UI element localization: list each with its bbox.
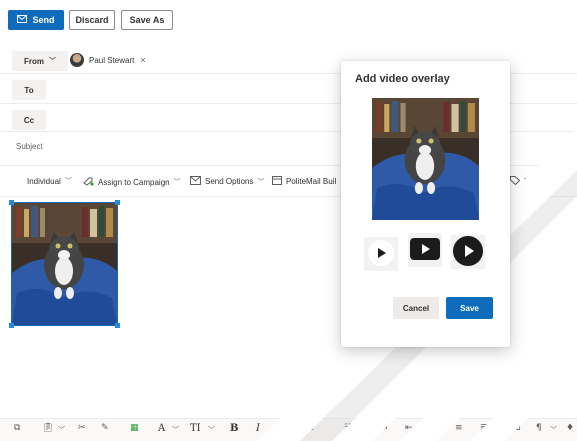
resize-handle-bl[interactable]	[9, 323, 14, 328]
assign-campaign-label: Assign to Campaign	[98, 177, 170, 187]
from-chip[interactable]: Paul Stewart ×	[70, 51, 146, 69]
send-button[interactable]: Send	[8, 10, 64, 30]
format-painter-icon[interactable]: ✎	[101, 423, 109, 433]
individual-label: Individual	[27, 176, 61, 186]
politemail-icon	[272, 176, 282, 187]
politemail-label: PoliteMail Buil	[286, 177, 337, 186]
save-label: Save	[460, 303, 479, 313]
justify-icon[interactable]: ≣	[480, 423, 488, 433]
tagging-button[interactable]: Tagging !	[510, 176, 563, 187]
chevron-down-icon[interactable]: ﹀	[550, 425, 557, 435]
from-name: Paul Stewart	[89, 55, 135, 65]
image-selection-frame	[11, 202, 118, 326]
bold-icon[interactable]: B	[230, 423, 238, 434]
chevron-down-icon: ﹀	[64, 178, 72, 185]
font-icon[interactable]: A	[158, 423, 165, 434]
dialog-title: Add video overlay	[355, 73, 450, 85]
more-icon[interactable]: ♦	[566, 423, 574, 433]
cancel-label: Cancel	[402, 303, 430, 313]
cc-button[interactable]: Cc	[12, 110, 46, 130]
add-video-overlay-dialog: Add video overlay Cancel Save	[341, 61, 510, 347]
font-size-icon[interactable]: TI	[190, 423, 201, 434]
assign-campaign-button[interactable]: Assign to Campaign ﹀	[83, 176, 181, 188]
play-icon	[367, 239, 395, 269]
to-button[interactable]: To	[12, 80, 46, 100]
tagging-label: Tagging	[524, 177, 553, 186]
send-options-label: Send Options	[205, 177, 254, 186]
chevron-down-icon: ﹀	[49, 58, 56, 65]
resize-handle-br[interactable]	[115, 323, 120, 328]
play-style-option-3[interactable]	[451, 235, 485, 269]
to-label: To	[24, 85, 34, 95]
copy-icon[interactable]: ⧉	[14, 423, 20, 433]
cat-photo	[372, 98, 479, 220]
command-bar: Send Discard Save As	[0, 0, 577, 42]
bullets-icon[interactable]: ☰	[306, 423, 314, 433]
resize-handle-tl[interactable]	[9, 200, 14, 205]
tag-icon	[510, 176, 521, 187]
close-icon[interactable]: ×	[140, 55, 145, 65]
paste-icon[interactable]: 📋︎	[42, 423, 53, 433]
outdent-icon[interactable]: ⇤	[405, 423, 413, 433]
formatting-toolbar: ⧉ 📋︎ ﹀ ✂ ✎ ▦ A ﹀ TI ﹀ B I U ☰ ☷ ⇥ ⇤ ≡ ≡ …	[0, 418, 577, 441]
highlight-icon[interactable]: ▦	[130, 423, 139, 433]
align-center-icon[interactable]: ≡	[455, 423, 463, 433]
chevron-down-icon[interactable]: ﹀	[58, 425, 65, 435]
send-options-icon	[190, 176, 201, 187]
chevron-down-icon[interactable]: ﹀	[172, 425, 179, 435]
cancel-button[interactable]: Cancel	[393, 297, 439, 319]
underline-icon[interactable]: U	[281, 423, 289, 434]
importance-icon[interactable]: !	[560, 177, 563, 186]
cc-label: Cc	[23, 115, 35, 125]
dialog-preview-image	[372, 98, 479, 220]
avatar	[70, 53, 84, 67]
resize-handle-tr[interactable]	[115, 200, 120, 205]
send-icon	[17, 15, 28, 25]
numbering-icon[interactable]: ☷	[344, 423, 352, 433]
save-as-label: Save As	[129, 15, 165, 25]
play-style-option-1[interactable]	[364, 237, 398, 271]
align-left-icon[interactable]: ≡	[430, 423, 438, 433]
chevron-down-icon: ﹀	[257, 178, 265, 186]
save-as-button[interactable]: Save As	[121, 10, 173, 30]
chevron-down-icon: ﹀	[173, 179, 181, 186]
paragraph-icon[interactable]: ¶	[536, 423, 542, 433]
chevron-down-icon[interactable]: ﹀	[208, 425, 215, 435]
from-button[interactable]: From ﹀	[12, 51, 68, 71]
from-label: From	[24, 56, 44, 66]
send-label: Send	[32, 15, 55, 25]
play-icon	[410, 238, 440, 262]
italic-icon[interactable]: I	[256, 423, 260, 434]
play-icon	[452, 235, 484, 269]
individual-dropdown[interactable]: Individual ﹀	[27, 176, 72, 186]
subject-input[interactable]: Subject	[16, 142, 43, 151]
discard-button[interactable]: Discard	[69, 10, 115, 30]
discard-label: Discard	[75, 15, 109, 25]
assign-campaign-icon	[83, 176, 94, 188]
politemail-button[interactable]: PoliteMail Buil	[272, 176, 336, 187]
play-style-option-2[interactable]	[408, 233, 442, 267]
save-button[interactable]: Save	[446, 297, 493, 319]
send-options-button[interactable]: Send Options ﹀	[190, 176, 264, 187]
cut-icon[interactable]: ✂	[78, 423, 86, 433]
clear-format-icon[interactable]: ⌫	[508, 423, 521, 433]
indent-icon[interactable]: ⇥	[380, 423, 388, 433]
